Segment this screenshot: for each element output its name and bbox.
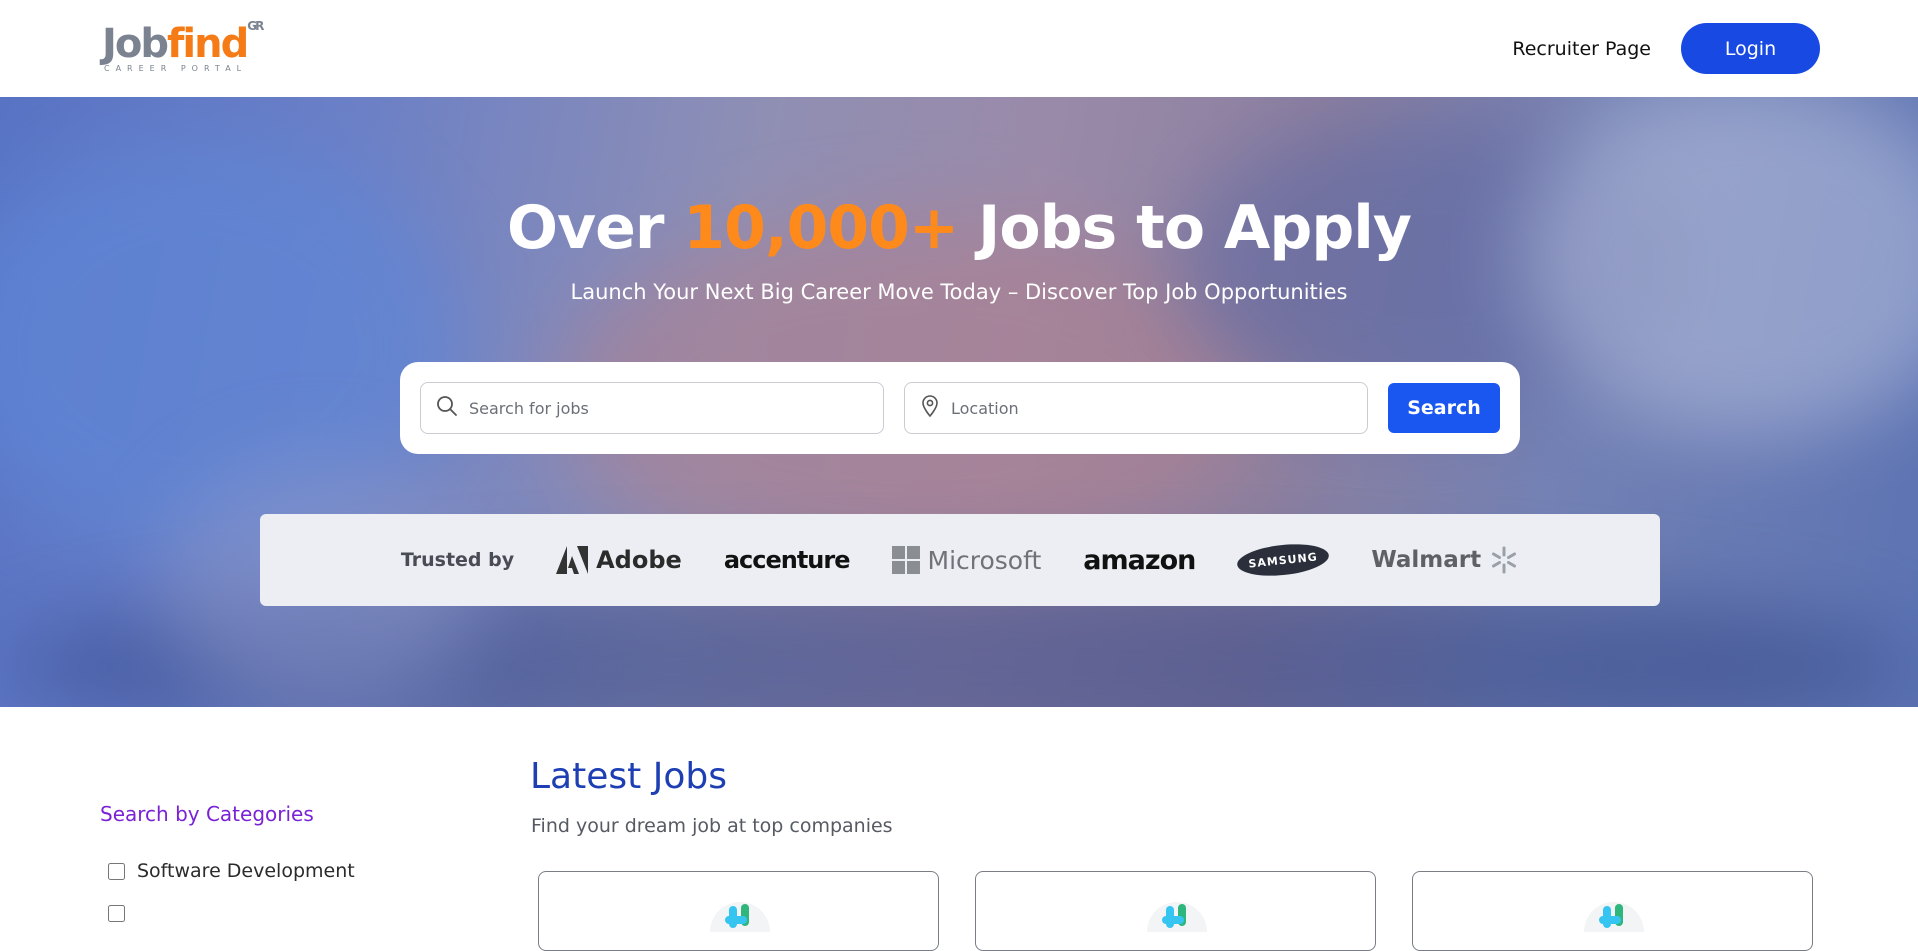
microsoft-logo: Microsoft bbox=[891, 545, 1042, 575]
amazon-text: amazon bbox=[1083, 544, 1196, 576]
top-header: JobfindGR CAREER PORTAL Recruiter Page L… bbox=[0, 0, 1918, 97]
trusted-by-label: Trusted by bbox=[400, 549, 515, 571]
trusted-by-bar: Trusted by Adobe accenture Microsoft ama… bbox=[260, 514, 1660, 606]
microsoft-icon bbox=[891, 546, 920, 574]
category-item-software-development[interactable]: Software Development bbox=[108, 860, 355, 882]
job-card[interactable] bbox=[538, 871, 939, 951]
location-pin-icon bbox=[919, 394, 941, 422]
slack-logo-icon bbox=[1147, 902, 1207, 932]
logo-wordmark: JobfindGR bbox=[102, 20, 264, 67]
accenture-text: accenture bbox=[723, 546, 851, 574]
category-label: Software Development bbox=[137, 860, 355, 882]
adobe-logo: Adobe bbox=[556, 546, 682, 574]
location-input[interactable] bbox=[951, 398, 1353, 418]
header-nav: Recruiter Page Login bbox=[1512, 23, 1820, 74]
logo-superscript: GR bbox=[247, 19, 264, 33]
hero-title-highlight: 10,000+ bbox=[683, 193, 959, 263]
job-search-field[interactable] bbox=[420, 382, 884, 434]
job-card[interactable] bbox=[1412, 871, 1813, 951]
recruiter-page-link[interactable]: Recruiter Page bbox=[1512, 38, 1651, 60]
job-card[interactable] bbox=[975, 871, 1376, 951]
logo-tagline: CAREER PORTAL bbox=[104, 64, 248, 73]
search-button[interactable]: Search bbox=[1388, 383, 1500, 433]
walmart-spark-icon bbox=[1492, 546, 1517, 574]
samsung-logo: SAMSUNG bbox=[1236, 540, 1331, 580]
search-panel: Search bbox=[400, 362, 1520, 454]
hero-title: Over 10,000+ Jobs to Apply bbox=[0, 193, 1918, 263]
search-icon bbox=[435, 394, 459, 422]
adobe-text: Adobe bbox=[596, 546, 682, 574]
latest-jobs-subtitle: Find your dream job at top companies bbox=[531, 815, 893, 837]
logo-job-text: Job bbox=[102, 21, 169, 67]
samsung-text: SAMSUNG bbox=[1236, 540, 1331, 580]
walmart-text: Walmart bbox=[1371, 547, 1482, 573]
hero-banner: Over 10,000+ Jobs to Apply Launch Your N… bbox=[0, 97, 1918, 707]
slack-logo-icon bbox=[1584, 902, 1644, 932]
accenture-logo: accenture bbox=[723, 546, 851, 574]
adobe-icon bbox=[556, 546, 589, 574]
latest-jobs-title: Latest Jobs bbox=[530, 756, 727, 797]
category-item-partial[interactable] bbox=[108, 905, 125, 922]
hero-title-prefix: Over bbox=[507, 193, 664, 263]
jobfind-logo[interactable]: JobfindGR CAREER PORTAL bbox=[102, 20, 264, 73]
amazon-logo: amazon bbox=[1083, 544, 1196, 576]
hero-title-suffix: Jobs to Apply bbox=[978, 193, 1412, 263]
logo-find-text: find bbox=[167, 21, 249, 67]
location-field[interactable] bbox=[904, 382, 1368, 434]
categories-title: Search by Categories bbox=[100, 802, 314, 826]
checkbox-icon[interactable] bbox=[108, 905, 125, 922]
hero-subtitle: Launch Your Next Big Career Move Today –… bbox=[570, 280, 1348, 304]
job-search-input[interactable] bbox=[469, 398, 869, 418]
microsoft-text: Microsoft bbox=[927, 545, 1042, 575]
slack-logo-icon bbox=[710, 902, 770, 932]
checkbox-icon[interactable] bbox=[108, 862, 125, 880]
login-button[interactable]: Login bbox=[1681, 23, 1820, 74]
walmart-logo: Walmart bbox=[1371, 545, 1519, 575]
